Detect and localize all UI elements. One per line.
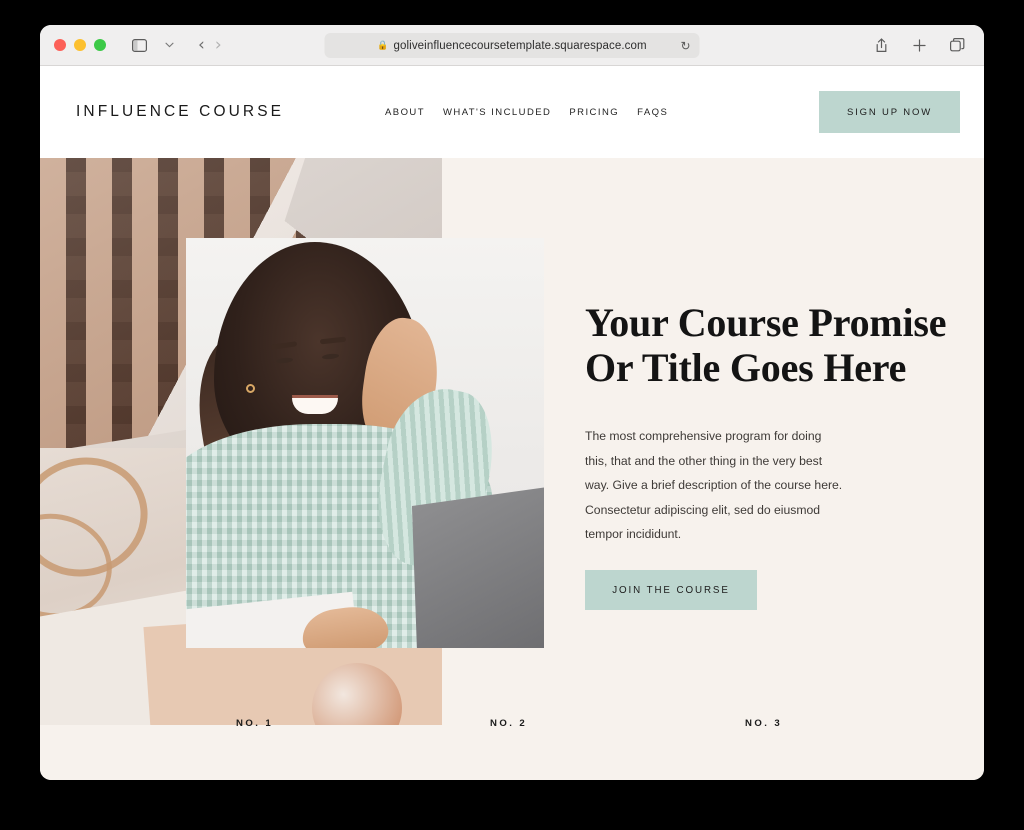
website-viewport: INFLUENCE COURSE ABOUT WHAT'S INCLUDED P… [40, 66, 984, 780]
portrait-photo [186, 238, 544, 648]
minimize-window-button[interactable] [74, 39, 86, 51]
number-label-1[interactable]: NO. 1 [236, 718, 273, 729]
browser-window: ‹ › 🔒 goliveinfluencecoursetemplate.squa… [40, 25, 984, 780]
reload-icon[interactable]: ↻ [680, 39, 690, 53]
join-the-course-button[interactable]: JOIN THE COURSE [585, 570, 757, 611]
hero-paragraph: The most comprehensive program for doing… [585, 429, 843, 541]
url-text: goliveinfluencecoursetemplate.squarespac… [393, 39, 647, 52]
headline-line-2: Or Title Goes Here [585, 345, 907, 391]
sign-up-now-button[interactable]: SIGN UP NOW [819, 91, 960, 133]
number-label-3[interactable]: NO. 3 [745, 718, 782, 729]
hero-section: Your Course Promise Or Title Goes Here T… [40, 158, 984, 780]
share-icon[interactable] [868, 33, 894, 57]
address-bar[interactable]: 🔒 goliveinfluencecoursetemplate.squaresp… [324, 33, 700, 58]
navigation-arrows: ‹ › [198, 36, 222, 54]
nav-item-pricing[interactable]: PRICING [569, 107, 619, 118]
toolbar-right-group [868, 33, 970, 57]
browser-toolbar: ‹ › 🔒 goliveinfluencecoursetemplate.squa… [40, 25, 984, 66]
site-logo[interactable]: INFLUENCE COURSE [76, 103, 284, 121]
window-controls [54, 39, 106, 51]
numbered-strip: NO. 1 NO. 2 NO. 3 [40, 688, 984, 780]
main-navigation: ABOUT WHAT'S INCLUDED PRICING FAQS [385, 107, 668, 118]
earring-shape [246, 384, 255, 393]
sidebar-toggle-icon[interactable] [126, 33, 152, 57]
lock-icon: 🔒 [377, 40, 389, 50]
number-label-2[interactable]: NO. 2 [490, 718, 527, 729]
close-window-button[interactable] [54, 39, 66, 51]
laptop-shape [411, 485, 544, 648]
site-header: INFLUENCE COURSE ABOUT WHAT'S INCLUDED P… [40, 66, 984, 158]
nav-item-faqs[interactable]: FAQS [637, 107, 668, 118]
chevron-down-icon[interactable] [156, 33, 182, 57]
hero-copy-block: Your Course Promise Or Title Goes Here T… [585, 158, 965, 611]
forward-button[interactable]: › [215, 36, 222, 54]
page-title: Your Course Promise Or Title Goes Here [585, 300, 965, 390]
back-button[interactable]: ‹ [198, 36, 205, 54]
tabs-overview-icon[interactable] [944, 33, 970, 57]
nav-item-whats-included[interactable]: WHAT'S INCLUDED [443, 107, 551, 118]
toolbar-left-group: ‹ › [126, 33, 222, 57]
maximize-window-button[interactable] [94, 39, 106, 51]
headline-line-1: Your Course Promise [585, 300, 947, 345]
nav-item-about[interactable]: ABOUT [385, 107, 425, 118]
plus-icon[interactable] [906, 33, 932, 57]
